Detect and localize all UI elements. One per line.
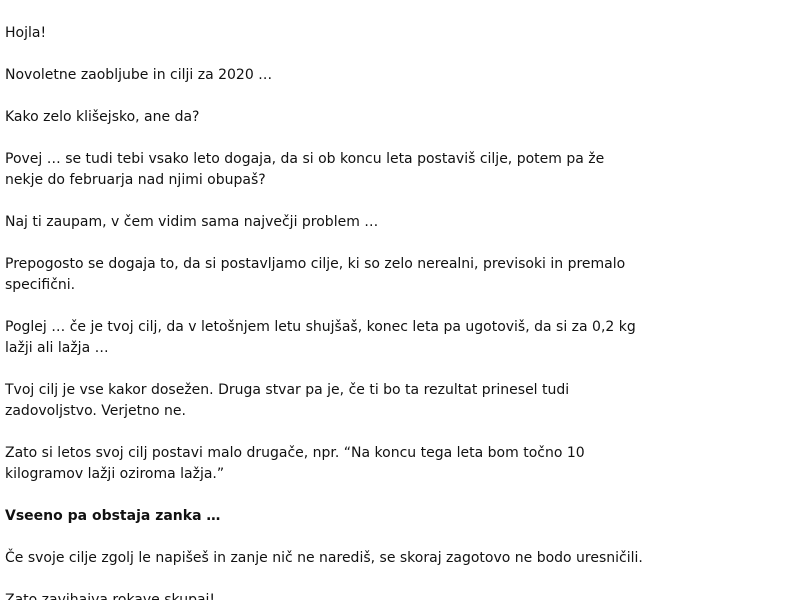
loop-heading: Vseeno pa obstaja zanka … — [5, 508, 221, 524]
question-paragraph: Povej … se tudi tebi vsako leto dogaja, … — [5, 151, 605, 188]
greeting-paragraph: Hojla! — [5, 25, 47, 41]
intro-paragraph: Novoletne zaobljube in cilji za 2020 … — [5, 67, 273, 83]
closing-paragraph: Zato zavihajva rokave skupaj! — [5, 592, 216, 600]
unrealistic-goals-paragraph: Prepogosto se dogaja to, da si postavlja… — [5, 256, 626, 293]
example-paragraph: Poglej … če je tvoj cilj, da v letošnjem… — [5, 319, 636, 356]
article-page: Hojla! Novoletne zaobljube in cilji za 2… — [0, 0, 800, 600]
cliche-paragraph: Kako zelo klišejsko, ane da? — [5, 109, 200, 125]
specific-goal-paragraph: Zato si letos svoj cilj postavi malo dru… — [5, 445, 585, 482]
action-paragraph: Če svoje cilje zgolj le napišeš in zanje… — [5, 550, 643, 566]
achievement-paragraph: Tvoj cilj je vse kakor dosežen. Druga st… — [5, 382, 570, 419]
problem-paragraph: Naj ti zaupam, v čem vidim sama največji… — [5, 214, 379, 230]
